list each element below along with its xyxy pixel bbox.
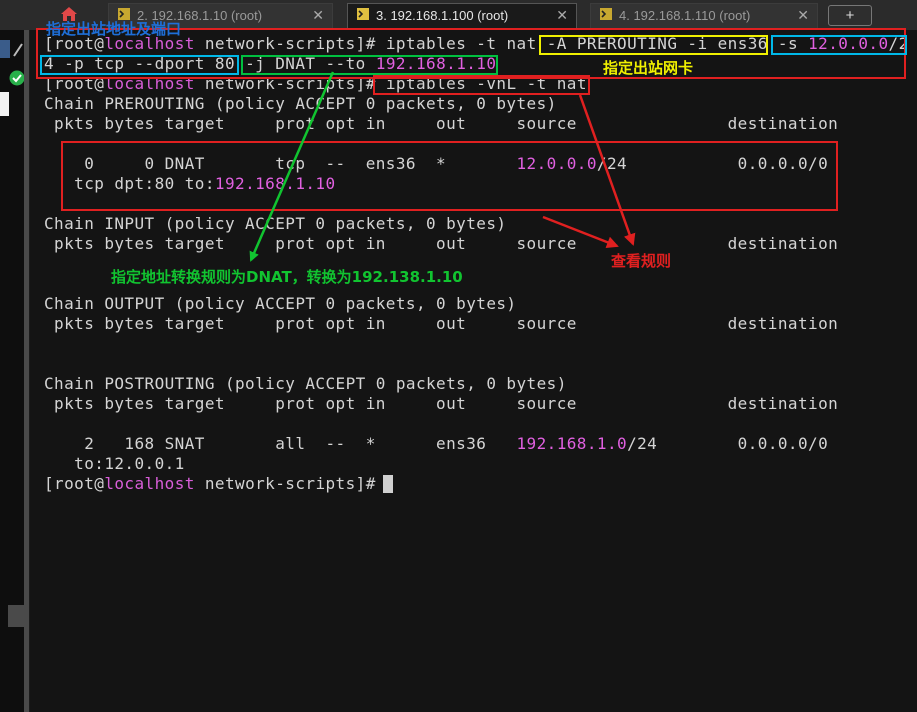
- arrow-green: [249, 71, 335, 262]
- arrow-red-down: [578, 94, 636, 246]
- annotation-arrows: [249, 71, 636, 262]
- arrow-red-right: [542, 215, 619, 248]
